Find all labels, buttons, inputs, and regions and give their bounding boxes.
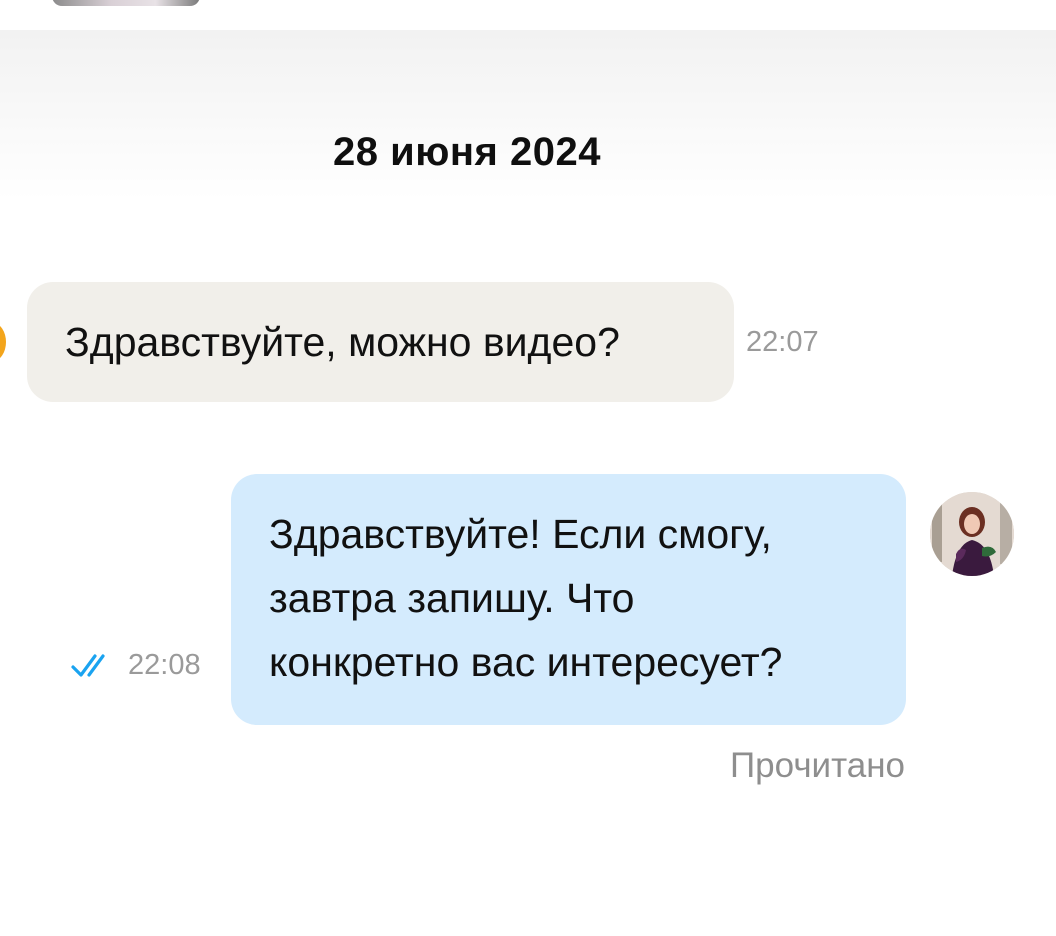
incoming-message-time: 22:07 <box>746 326 819 358</box>
incoming-message-bubble[interactable]: Здравствуйте, можно видео? <box>27 282 734 402</box>
outgoing-message-time: 22:08 <box>128 648 201 681</box>
incoming-message-text: Здравствуйте, можно видео? <box>65 319 620 365</box>
outgoing-message-bubble[interactable]: Здравствуйте! Если смогу, завтра запишу.… <box>231 474 906 725</box>
outgoing-message-line: конкретно вас интересует? <box>269 639 783 685</box>
date-separator: 28 июня 2024 <box>333 130 601 174</box>
outgoing-message-line: завтра запишу. Что <box>269 575 635 621</box>
my-avatar[interactable] <box>930 492 1014 576</box>
avatar-photo <box>930 492 1014 576</box>
read-status-label: Прочитано <box>730 746 905 785</box>
outgoing-message-line: Здравствуйте! Если смогу, <box>269 511 772 557</box>
double-check-icon <box>71 654 105 677</box>
chat-screen: 28 июня 2024 Здравствуйте, можно видео? … <box>0 0 1056 936</box>
outgoing-message-status: 22:08 <box>70 647 201 683</box>
chat-header <box>0 0 1056 30</box>
sender-avatar[interactable] <box>0 323 6 361</box>
header-thumbnail[interactable] <box>52 0 200 6</box>
